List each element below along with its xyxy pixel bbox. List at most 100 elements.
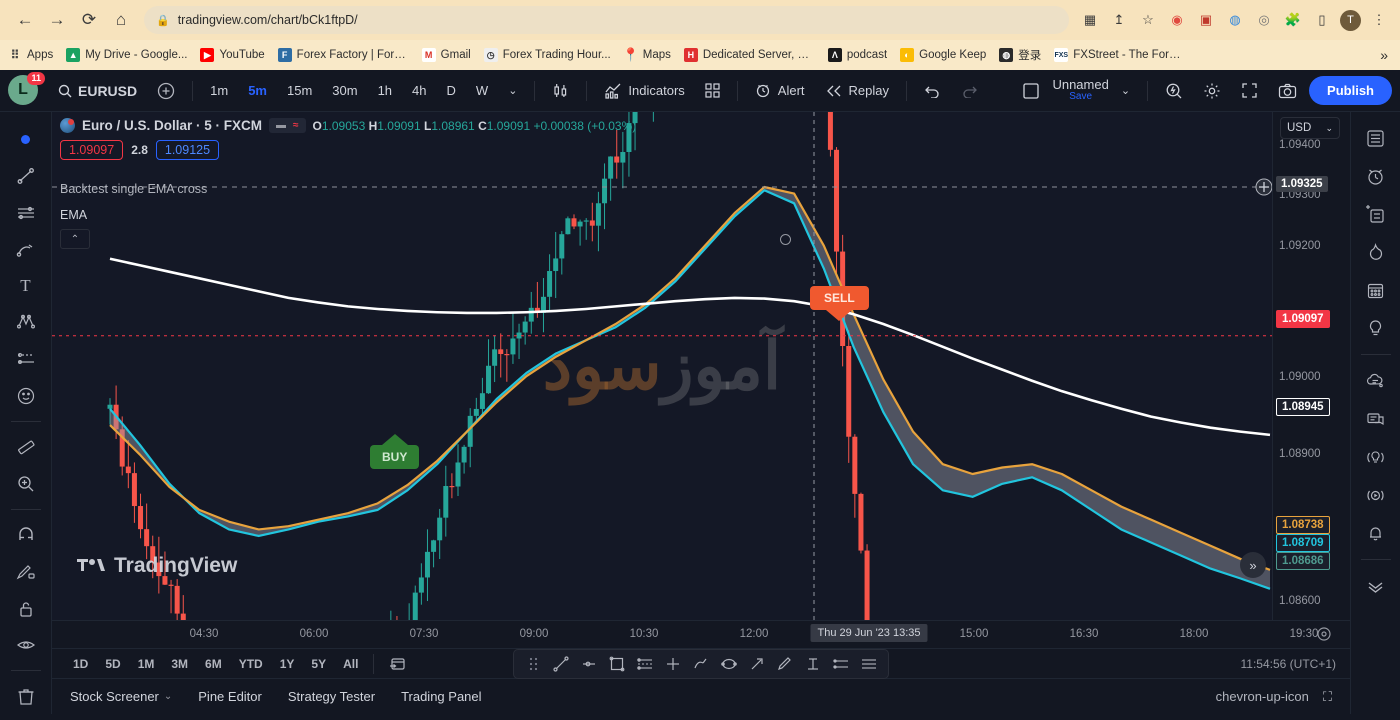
text-tool-icon[interactable]: T xyxy=(8,268,44,303)
bookmark-item[interactable]: Λ podcast xyxy=(827,48,887,62)
symbol-search-button[interactable]: EURUSD xyxy=(50,79,145,103)
indicator-legend-name[interactable]: EMA xyxy=(60,208,636,222)
patterns-icon[interactable] xyxy=(8,305,44,340)
grid-templates-icon[interactable] xyxy=(697,78,728,103)
buy-marker[interactable]: BUY xyxy=(370,434,420,469)
ideas-stream-icon[interactable] xyxy=(1358,439,1394,475)
fib-tool-icon[interactable] xyxy=(828,653,854,675)
data-window-icon[interactable] xyxy=(1358,196,1394,232)
candlestick-icon[interactable] xyxy=(544,77,577,104)
sell-marker[interactable]: SELL xyxy=(810,286,869,321)
interval-30m[interactable]: 30m xyxy=(324,78,365,103)
bookmark-item[interactable]: ▲ My Drive - Google... xyxy=(66,48,187,62)
measure-ruler-icon[interactable] xyxy=(8,430,44,465)
chart-layout-name[interactable]: Unnamed Save xyxy=(1052,78,1108,102)
chevron-up-icon[interactable]: chevron-up-icon xyxy=(1216,689,1309,705)
forward-button[interactable]: → xyxy=(42,5,72,35)
legend-controls[interactable]: ▬ ≈ xyxy=(269,118,306,133)
qr-code-icon[interactable]: ▦ xyxy=(1079,9,1101,31)
public-chats-icon[interactable] xyxy=(1358,401,1394,437)
goto-date-icon[interactable] xyxy=(382,653,413,674)
ext-photos-icon[interactable]: ◉ xyxy=(1166,9,1188,31)
publish-button[interactable]: Publish xyxy=(1309,76,1392,105)
chat-cloud-icon[interactable] xyxy=(1358,363,1394,399)
ext-puzzle-icon[interactable]: 🧩 xyxy=(1282,9,1304,31)
timescale-settings-icon[interactable] xyxy=(1316,626,1332,642)
maximize-panel-icon[interactable]: ⛶ xyxy=(1323,689,1332,705)
price-scale[interactable]: USD ⌄ 1.09400 1.09300 1.09200 1.09000 1.… xyxy=(1272,112,1350,620)
lock-drawings-icon[interactable] xyxy=(8,591,44,626)
address-bar[interactable]: 🔒 tradingview.com/chart/bCk1ftpD/ xyxy=(144,6,1069,34)
add-symbol-button[interactable] xyxy=(149,77,183,105)
time-scale[interactable]: 04:30 06:00 07:30 09:00 10:30 12:00 Thu … xyxy=(52,620,1350,648)
status-dot-icon[interactable] xyxy=(780,234,791,245)
profile-avatar[interactable]: T xyxy=(1340,9,1361,31)
hide-drawings-icon[interactable] xyxy=(8,628,44,663)
fullscreen-icon[interactable] xyxy=(1233,77,1266,104)
watchlist-icon[interactable] xyxy=(1358,120,1394,156)
interval-1m[interactable]: 1m xyxy=(202,78,236,103)
chevron-down-icon[interactable]: ⌄ xyxy=(500,79,525,102)
broadcast-icon[interactable] xyxy=(1358,477,1394,513)
user-avatar[interactable]: L 11 xyxy=(8,71,45,107)
home-button[interactable]: ⌂ xyxy=(106,5,136,35)
bookmark-item[interactable]: FXS FXStreet - The Forei... xyxy=(1054,48,1185,62)
alerts-clock-icon[interactable] xyxy=(1358,158,1394,194)
bookmark-item[interactable]: M Gmail xyxy=(421,48,471,62)
drag-handle-icon[interactable] xyxy=(520,653,546,675)
interval-4h[interactable]: 4h xyxy=(404,78,434,103)
rectangle-icon[interactable] xyxy=(604,653,630,675)
ext-video-icon[interactable]: ▣ xyxy=(1195,9,1217,31)
buy-price-tag[interactable]: 1.09125 xyxy=(155,140,220,160)
range-1d[interactable]: 1D xyxy=(66,654,95,674)
star-icon[interactable]: ☆ xyxy=(1137,9,1159,31)
tab-pine-editor[interactable]: Pine Editor xyxy=(198,689,262,704)
range-3m[interactable]: 3M xyxy=(164,654,195,674)
bookmark-apps[interactable]: ⠿ Apps xyxy=(8,48,54,62)
ext-chrome-icon[interactable]: ◍ xyxy=(1224,9,1246,31)
chevron-down-icon[interactable]: ⌄ xyxy=(1113,79,1138,102)
ext-sidepanel-icon[interactable]: ▯ xyxy=(1311,9,1333,31)
chart-canvas[interactable]: Euro / U.S. Dollar · 5 · FXCM ▬ ≈ O1.090… xyxy=(52,112,1272,620)
undo-icon[interactable] xyxy=(916,79,949,103)
reload-button[interactable]: ⟳ xyxy=(74,5,104,35)
interval-5m[interactable]: 5m xyxy=(240,78,275,103)
range-ytd[interactable]: YTD xyxy=(232,654,270,674)
bookmark-item[interactable]: ◷ Forex Trading Hour... xyxy=(483,48,611,62)
ideas-bulb-icon[interactable] xyxy=(1358,310,1394,346)
drawing-mode-icon[interactable] xyxy=(8,555,44,590)
interval-d[interactable]: D xyxy=(439,78,464,103)
interval-1h[interactable]: 1h xyxy=(370,78,400,103)
parallel-channel-icon[interactable] xyxy=(856,653,882,675)
interval-15m[interactable]: 15m xyxy=(279,78,320,103)
forecast-icon[interactable] xyxy=(8,342,44,377)
indicators-button[interactable]: Indicators xyxy=(596,78,692,104)
range-1m[interactable]: 1M xyxy=(131,654,162,674)
bookmark-item[interactable]: ◍ 登录 xyxy=(999,47,1041,63)
settings-wave-icon[interactable]: ≈ xyxy=(293,120,299,131)
scroll-to-realtime-icon[interactable]: » xyxy=(1240,552,1266,578)
sell-price-tag[interactable]: 1.09097 xyxy=(60,140,124,160)
alert-button[interactable]: Alert xyxy=(747,77,813,104)
ext-shield-icon[interactable]: ◎ xyxy=(1253,9,1275,31)
bookmark-item[interactable]: ▶ YouTube xyxy=(200,48,265,62)
quick-search-icon[interactable] xyxy=(1157,77,1191,105)
fib-retracement-icon[interactable] xyxy=(632,653,658,675)
range-1y[interactable]: 1Y xyxy=(273,654,302,674)
back-button[interactable]: ← xyxy=(10,5,40,35)
highlighter-icon[interactable] xyxy=(772,653,798,675)
redo-icon[interactable] xyxy=(953,79,986,103)
camera-icon[interactable] xyxy=(1270,78,1305,104)
range-6m[interactable]: 6M xyxy=(198,654,229,674)
collapse-chevrons-icon[interactable] xyxy=(1358,568,1394,604)
range-5d[interactable]: 5D xyxy=(98,654,127,674)
interval-w[interactable]: W xyxy=(468,78,496,103)
ellipse-icon[interactable] xyxy=(716,653,742,675)
ray-icon[interactable] xyxy=(576,653,602,675)
chevron-up-icon[interactable]: ⌃ xyxy=(60,229,90,249)
bookmark-item[interactable]: H Dedicated Server, C... xyxy=(683,48,815,62)
notifications-bell-icon[interactable] xyxy=(1358,515,1394,551)
trend-line-icon[interactable] xyxy=(548,653,574,675)
magnet-icon[interactable] xyxy=(8,518,44,553)
tab-stock-screener[interactable]: Stock Screener ⌄ xyxy=(70,689,172,704)
